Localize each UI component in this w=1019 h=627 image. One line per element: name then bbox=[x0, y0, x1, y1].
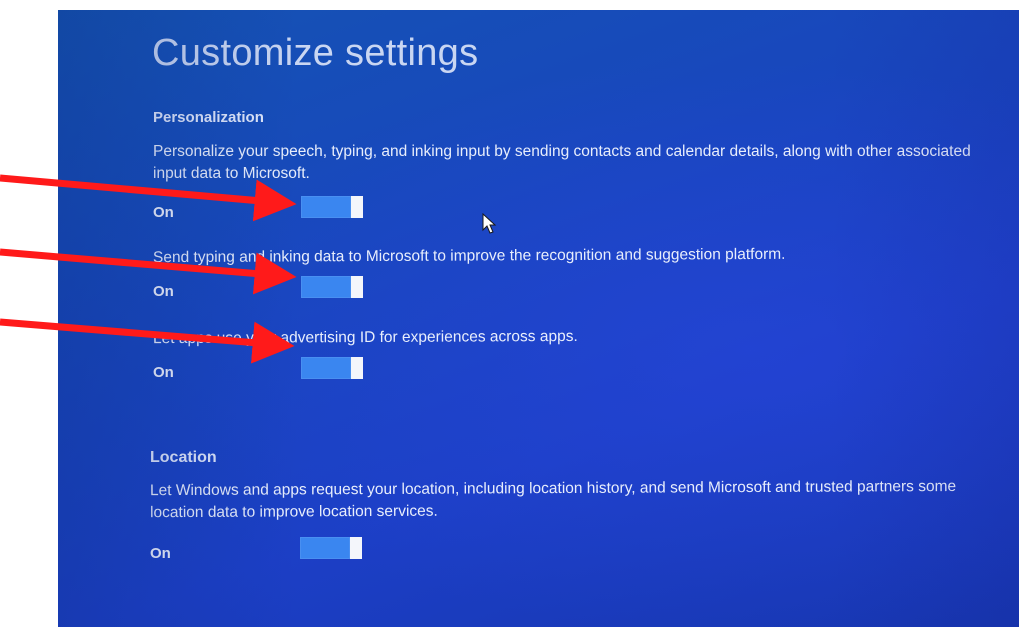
personalization-setting-2-description: Send typing and inking data to Microsoft… bbox=[152, 245, 786, 267]
personalization-setting-3-state: On bbox=[153, 364, 174, 381]
personalization-setting-1-description: Personalize your speech, typing, and ink… bbox=[153, 143, 971, 182]
location-setting-1-state: On bbox=[150, 545, 171, 562]
toggle-thumb[interactable] bbox=[351, 357, 363, 379]
personalization-setting-3-toggle[interactable] bbox=[301, 357, 363, 379]
location-setting-1-toggle[interactable] bbox=[300, 537, 362, 559]
photo-frame: Customize settings Personalization Perso… bbox=[0, 0, 1019, 627]
mouse-pointer-icon bbox=[482, 213, 497, 234]
page-title: Customize settings bbox=[152, 32, 479, 74]
personalization-setting-2-state: On bbox=[153, 283, 174, 300]
windows-setup-screen: Customize settings Personalization Perso… bbox=[58, 10, 1019, 627]
personalization-heading: Personalization bbox=[153, 109, 264, 126]
toggle-track bbox=[301, 357, 351, 379]
toggle-thumb[interactable] bbox=[350, 537, 362, 559]
toggle-track bbox=[301, 196, 351, 218]
location-setting-1-description: Let Windows and apps request your locati… bbox=[149, 477, 957, 522]
toggle-track bbox=[300, 537, 350, 559]
personalization-setting-1-state: On bbox=[153, 204, 174, 221]
toggle-thumb[interactable] bbox=[351, 276, 363, 298]
toggle-thumb[interactable] bbox=[351, 196, 363, 218]
personalization-setting-1-toggle[interactable] bbox=[301, 196, 363, 218]
personalization-setting-2-toggle[interactable] bbox=[301, 276, 363, 298]
personalization-setting-3-description: Let apps use your advertising ID for exp… bbox=[152, 327, 578, 348]
toggle-track bbox=[301, 276, 351, 298]
location-heading: Location bbox=[150, 449, 217, 466]
